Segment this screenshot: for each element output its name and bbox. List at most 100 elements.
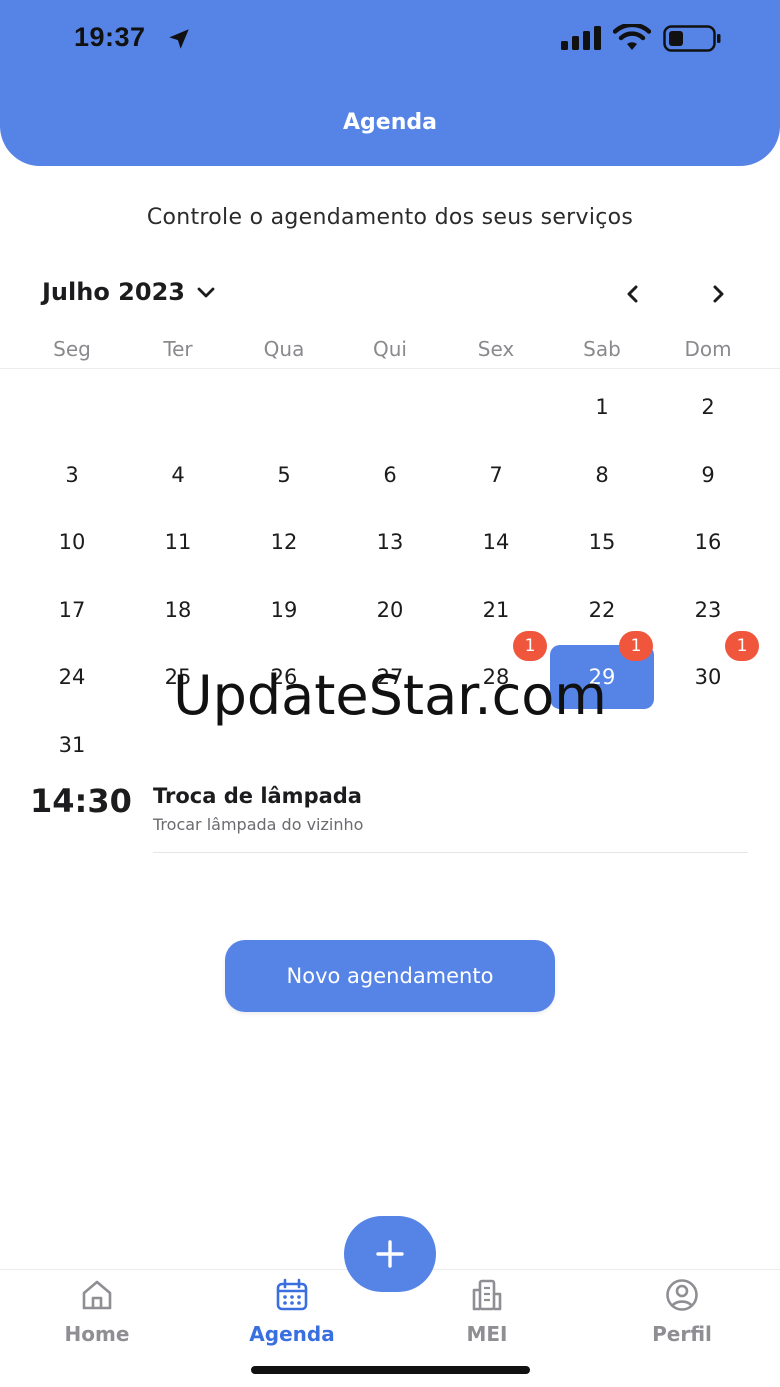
add-button[interactable] <box>344 1216 436 1292</box>
calendar-day[interactable]: 30 1 <box>655 631 761 709</box>
calendar-day[interactable]: 10 <box>19 510 125 574</box>
calendar-day[interactable]: 29 1 <box>549 631 655 709</box>
calendar-day-number: 11 <box>164 530 192 554</box>
top-header: 19:37 Agenda <box>0 0 780 166</box>
home-indicator[interactable] <box>251 1366 530 1374</box>
appointment-count-badge: 1 <box>619 631 653 661</box>
calendar-day[interactable]: 13 <box>337 510 443 574</box>
tab-label: Home <box>64 1322 130 1346</box>
calendar-day-number: 13 <box>376 530 404 554</box>
calendar-day[interactable]: 15 <box>549 510 655 574</box>
plus-icon <box>376 1240 404 1268</box>
weekday-label: Ter <box>163 337 193 361</box>
page-subtitle: Controle o agendamento dos seus serviços <box>146 205 634 230</box>
calendar-day[interactable]: 24 <box>19 645 125 709</box>
calendar-day-number: 12 <box>270 530 298 554</box>
month-selector[interactable]: Julho 2023 <box>42 278 217 306</box>
calendar-day[interactable]: 18 <box>125 578 231 642</box>
calendar-icon <box>276 1278 308 1311</box>
month-label: Julho 2023 <box>42 278 185 306</box>
calendar-day-number: 30 <box>694 665 722 689</box>
appointment-count-badge: 1 <box>513 631 547 661</box>
tab-label: Agenda <box>249 1322 335 1346</box>
weekday-label: Dom <box>684 337 732 361</box>
battery-icon <box>663 25 721 52</box>
calendar-day-number: 14 <box>482 530 510 554</box>
calendar-day[interactable]: 20 <box>337 578 443 642</box>
weekday-label: Sab <box>583 337 621 361</box>
calendar-day[interactable]: 9 <box>655 443 761 507</box>
calendar-day[interactable]: 3 <box>19 443 125 507</box>
calendar-day[interactable]: 31 <box>19 713 125 777</box>
appointment-item[interactable]: 14:30 Troca de lâmpada Trocar lâmpada do… <box>30 780 750 854</box>
tab-agenda[interactable]: Agenda <box>222 1278 362 1346</box>
calendar-day-number: 25 <box>164 665 192 689</box>
calendar-day-number: 31 <box>58 732 86 757</box>
calendar-day[interactable]: 5 <box>231 443 337 507</box>
calendar-day[interactable]: 26 <box>231 645 337 709</box>
divider <box>0 368 780 369</box>
calendar-day-number: 8 <box>595 462 609 487</box>
tab-perfil[interactable]: Perfil <box>612 1278 752 1346</box>
calendar-day-number: 5 <box>277 462 291 487</box>
divider <box>153 852 748 853</box>
calendar-day[interactable]: 11 <box>125 510 231 574</box>
location-arrow-icon <box>169 29 189 49</box>
calendar-day[interactable]: 25 <box>125 645 231 709</box>
weekday-label: Qua <box>263 337 305 361</box>
calendar-day-number: 19 <box>270 597 298 622</box>
tab-label: MEI <box>466 1322 508 1346</box>
calendar-day[interactable]: 2 <box>655 375 761 439</box>
calendar-day-number: 28 <box>482 665 510 689</box>
calendar-day[interactable]: 4 <box>125 443 231 507</box>
next-month-button[interactable] <box>704 280 732 308</box>
calendar-day[interactable]: 19 <box>231 578 337 642</box>
calendar-day[interactable]: 14 <box>443 510 549 574</box>
calendar-day[interactable]: 16 <box>655 510 761 574</box>
home-icon <box>82 1280 112 1310</box>
calendar-day-number: 17 <box>58 597 86 622</box>
calendar-day[interactable]: 12 <box>231 510 337 574</box>
building-icon <box>472 1279 502 1311</box>
calendar-day-number: 20 <box>376 597 404 622</box>
tab-label: Perfil <box>652 1322 712 1346</box>
calendar-day-number: 15 <box>588 530 616 554</box>
calendar-day-number: 23 <box>694 597 722 622</box>
calendar-day-number: 26 <box>270 665 298 689</box>
calendar-day-number: 22 <box>588 597 616 622</box>
calendar-day[interactable]: 6 <box>337 443 443 507</box>
calendar-day-number: 27 <box>376 665 404 689</box>
chevron-down-icon <box>197 287 215 298</box>
calendar-day-number: 9 <box>701 462 715 487</box>
page-title: Agenda <box>343 110 437 135</box>
calendar-day-number: 7 <box>489 462 503 487</box>
appointment-count-badge: 1 <box>725 631 759 661</box>
weekday-label: Sex <box>477 337 515 361</box>
calendar-day[interactable]: 28 1 <box>443 631 549 709</box>
calendar-day[interactable]: 7 <box>443 443 549 507</box>
appointment-title: Troca de lâmpada <box>153 784 362 808</box>
status-time: 19:37 <box>74 22 146 52</box>
calendar-day[interactable]: 17 <box>19 578 125 642</box>
weekday-label: Qui <box>373 337 407 361</box>
appointment-description: Trocar lâmpada do vizinho <box>153 815 364 834</box>
calendar-day-number: 21 <box>482 597 510 622</box>
calendar-day[interactable]: 1 <box>549 375 655 439</box>
user-profile-icon <box>666 1279 698 1311</box>
tab-home[interactable]: Home <box>27 1278 167 1346</box>
calendar-day[interactable]: 8 <box>549 443 655 507</box>
new-appointment-button[interactable]: Novo agendamento <box>225 940 555 1012</box>
calendar-day-number: 10 <box>58 530 86 554</box>
calendar-day[interactable]: 27 <box>337 645 443 709</box>
calendar-day-number: 3 <box>65 462 79 487</box>
calendar-day-number: 1 <box>595 395 609 419</box>
wifi-icon <box>613 24 651 50</box>
calendar-day-number: 16 <box>694 530 722 554</box>
previous-month-button[interactable] <box>619 280 647 308</box>
calendar-day-number: 2 <box>701 395 715 419</box>
weekday-label: Seg <box>53 337 91 361</box>
weekday-header: Seg Ter Qua Qui Sex Sab Dom <box>19 337 761 361</box>
tab-mei[interactable]: MEI <box>417 1278 557 1346</box>
calendar-day-number: 6 <box>383 462 397 487</box>
calendar-day-number: 24 <box>58 665 86 689</box>
